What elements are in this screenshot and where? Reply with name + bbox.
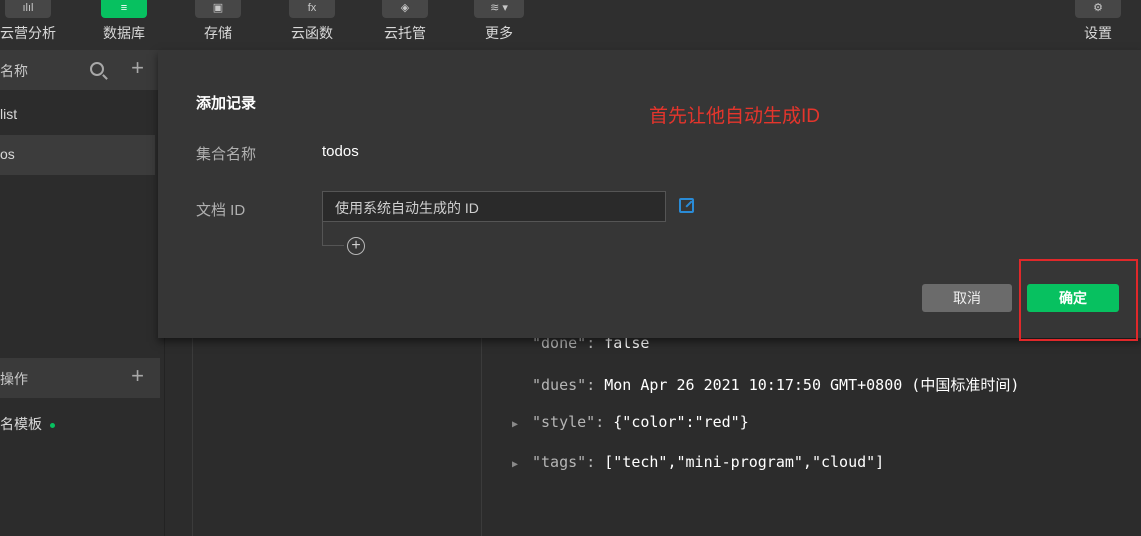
dialog-title: 添加记录: [196, 95, 257, 112]
collection-name-value: todos: [322, 143, 359, 160]
toolbar-label: 云函数: [291, 25, 333, 41]
toolbar-label: 云托管: [384, 25, 426, 41]
toolbar-label: 设置: [1084, 25, 1112, 41]
doc-id-input[interactable]: 使用系统自动生成的 ID: [322, 191, 666, 222]
toolbar-item-settings[interactable]: ⚙ 设置: [1058, 0, 1138, 50]
toolbar-label: 更多: [485, 25, 513, 41]
field-key: "dues": [532, 376, 587, 394]
template-item[interactable]: 名模板: [0, 414, 55, 434]
expand-arrow-icon[interactable]: ▶: [512, 459, 532, 470]
collection-item[interactable]: list: [0, 95, 155, 135]
collections-panel: 名称 + list os 操作 + 名模板: [0, 50, 165, 536]
collections-header-label: 名称: [0, 63, 28, 79]
add-field-icon[interactable]: +: [347, 237, 365, 255]
expand-arrow-icon[interactable]: ▶: [512, 419, 532, 430]
cancel-button[interactable]: 取消: [922, 284, 1012, 312]
add-record-dialog: 添加记录 首先让他自动生成ID 集合名称 todos 文档 ID 使用系统自动生…: [158, 50, 1141, 338]
toolbar-item-more[interactable]: ≋ ▾ 更多: [459, 0, 539, 50]
edit-icon[interactable]: [679, 198, 694, 213]
toolbar-item-analytics[interactable]: ılıl 云营分析: [0, 0, 68, 50]
field-value: Mon Apr 26 2021 10:17:50 GMT+0800 (中国标准时…: [604, 376, 1020, 394]
doc-field-tags[interactable]: ▶ "tags": ["tech","mini-program","cloud"]: [512, 453, 884, 471]
tree-connector: [322, 222, 344, 246]
template-label: 名模板: [0, 416, 42, 432]
function-icon: fx: [289, 0, 335, 18]
container-icon: ◈: [382, 0, 428, 18]
doc-field-dues: "dues": Mon Apr 26 2021 10:17:50 GMT+080…: [532, 376, 1020, 394]
field-value: ["tech","mini-program","cloud"]: [604, 453, 885, 471]
toolbar-item-storage[interactable]: ▣ 存储: [178, 0, 258, 50]
operations-header: 操作 +: [0, 358, 160, 398]
toolbar-label: 数据库: [103, 25, 145, 41]
plus-icon[interactable]: +: [131, 363, 144, 389]
layers-icon: ≋ ▾: [474, 0, 524, 18]
toolbar-item-database[interactable]: ≡ 数据库: [84, 0, 164, 50]
collection-item-selected[interactable]: os: [0, 135, 155, 175]
field-key: "style": [532, 413, 596, 431]
plus-icon[interactable]: +: [131, 55, 144, 81]
toolbar-label: 云营分析: [0, 25, 56, 41]
collections-header: 名称 +: [0, 50, 160, 90]
top-toolbar: ılıl 云营分析 ≡ 数据库 ▣ 存储 fx 云函数 ◈ 云托管 ≋ ▾ 更多…: [0, 0, 1141, 50]
highlight-box: [1019, 259, 1138, 341]
doc-field-style[interactable]: ▶ "style": {"color":"red"}: [512, 413, 749, 431]
toolbar-label: 存储: [204, 25, 232, 41]
toolbar-item-hosting[interactable]: ◈ 云托管: [365, 0, 445, 50]
divider: [192, 335, 193, 536]
status-dot-icon: [50, 422, 55, 428]
doc-id-label: 文档 ID: [196, 202, 246, 219]
chart-icon: ılıl: [5, 0, 51, 18]
database-icon: ≡: [101, 0, 147, 18]
operations-header-label: 操作: [0, 371, 28, 387]
search-icon[interactable]: [90, 62, 104, 76]
toolbar-item-functions[interactable]: fx 云函数: [272, 0, 352, 50]
gear-icon: ⚙: [1075, 0, 1121, 18]
annotation-text: 首先让他自动生成ID: [649, 106, 821, 127]
field-key: "tags": [532, 453, 587, 471]
collection-name-label: 集合名称: [196, 146, 257, 163]
divider: [481, 335, 482, 536]
storage-icon: ▣: [195, 0, 241, 18]
field-value: {"color":"red"}: [613, 413, 749, 431]
